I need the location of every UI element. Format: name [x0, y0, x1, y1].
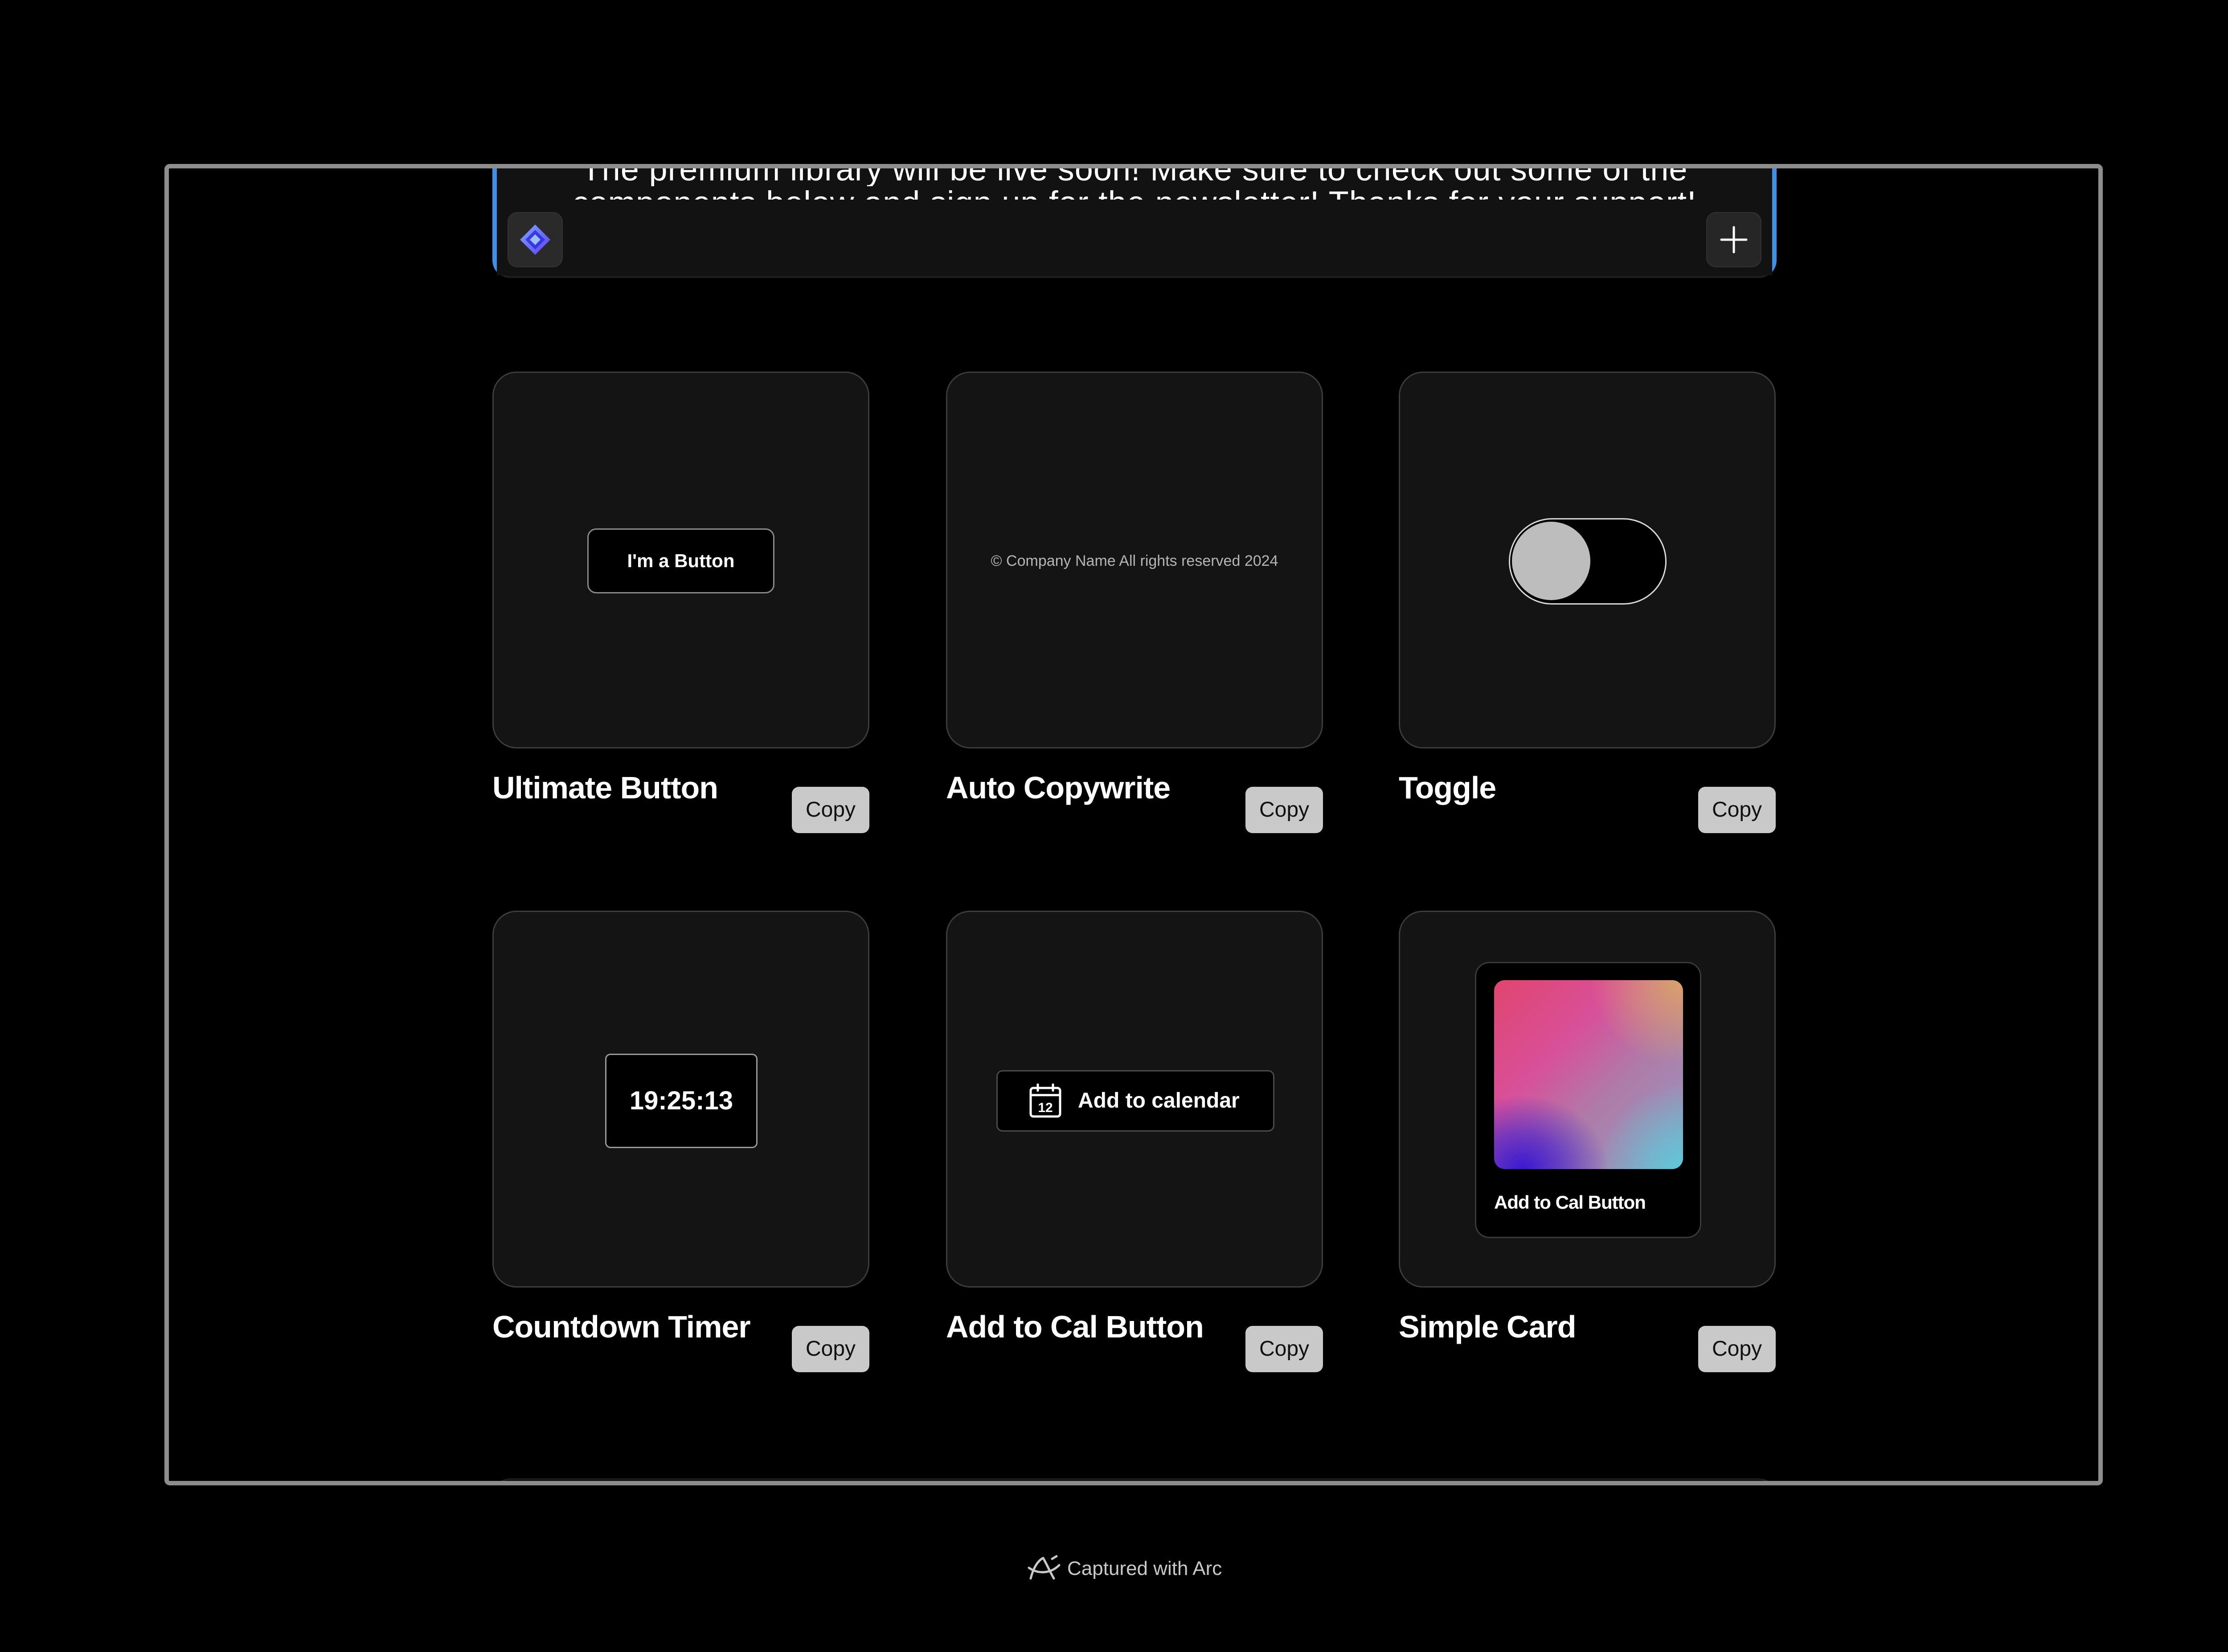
banner-toolbar: [497, 200, 1772, 275]
component-preview-ultimate-button: I'm a Button: [492, 372, 869, 748]
add-to-calendar-label: Add to calendar: [1078, 1089, 1240, 1112]
plus-icon: [1720, 226, 1748, 254]
copy-button[interactable]: Copy: [792, 1326, 869, 1372]
component-title: Auto Copywrite: [946, 770, 1171, 805]
component-preview-countdown-timer: 19:25:13: [492, 911, 869, 1288]
add-button[interactable]: [1706, 212, 1761, 267]
copyright-text: © Company Name All rights reserved 2024: [991, 552, 1278, 569]
copy-button[interactable]: Copy: [792, 787, 869, 833]
captured-label: Captured with Arc: [1067, 1558, 1222, 1579]
component-title: Add to Cal Button: [946, 1309, 1204, 1344]
component-preview-simple-card: Add to Cal Button: [1399, 911, 1776, 1288]
diamond-logo-icon: [520, 225, 550, 255]
card-gradient-image: [1494, 980, 1683, 1169]
copy-button[interactable]: Copy: [1245, 1326, 1323, 1372]
countdown-display: 19:25:13: [605, 1054, 758, 1148]
next-section-edge: [492, 1478, 1777, 1481]
component-title: Simple Card: [1399, 1309, 1576, 1344]
component-title: Countdown Timer: [492, 1309, 751, 1344]
screenshot-stage: The premium library will be live soon! M…: [0, 0, 2228, 1652]
component-title: Ultimate Button: [492, 770, 718, 805]
toggle-knob: [1512, 522, 1590, 600]
add-to-calendar-button[interactable]: 12 Add to calendar: [996, 1070, 1274, 1132]
captured-with-arc: Captured with Arc: [1027, 1553, 1222, 1584]
copy-button[interactable]: Copy: [1245, 787, 1323, 833]
simple-card-label: Add to Cal Button: [1494, 1192, 1646, 1213]
toggle-switch[interactable]: [1509, 518, 1667, 605]
logo-button[interactable]: [508, 212, 563, 267]
calendar-icon: 12: [1029, 1084, 1061, 1118]
component-preview-toggle: [1399, 372, 1776, 748]
component-preview-auto-copywrite: © Company Name All rights reserved 2024: [946, 372, 1323, 748]
copy-button[interactable]: Copy: [1698, 1326, 1776, 1372]
banner-line-1: The premium library will be live soon! M…: [581, 164, 1688, 186]
browser-window: The premium library will be live soon! M…: [164, 164, 2103, 1485]
component-preview-add-to-cal: 12 Add to calendar: [946, 911, 1323, 1288]
copy-button[interactable]: Copy: [1698, 787, 1776, 833]
arc-logo-icon: [1028, 1555, 1061, 1580]
calendar-day: 12: [1038, 1100, 1053, 1115]
component-title: Toggle: [1399, 770, 1496, 805]
simple-card[interactable]: Add to Cal Button: [1475, 962, 1701, 1238]
demo-button[interactable]: I'm a Button: [587, 528, 774, 593]
announcement-banner: The premium library will be live soon! M…: [492, 164, 1777, 278]
